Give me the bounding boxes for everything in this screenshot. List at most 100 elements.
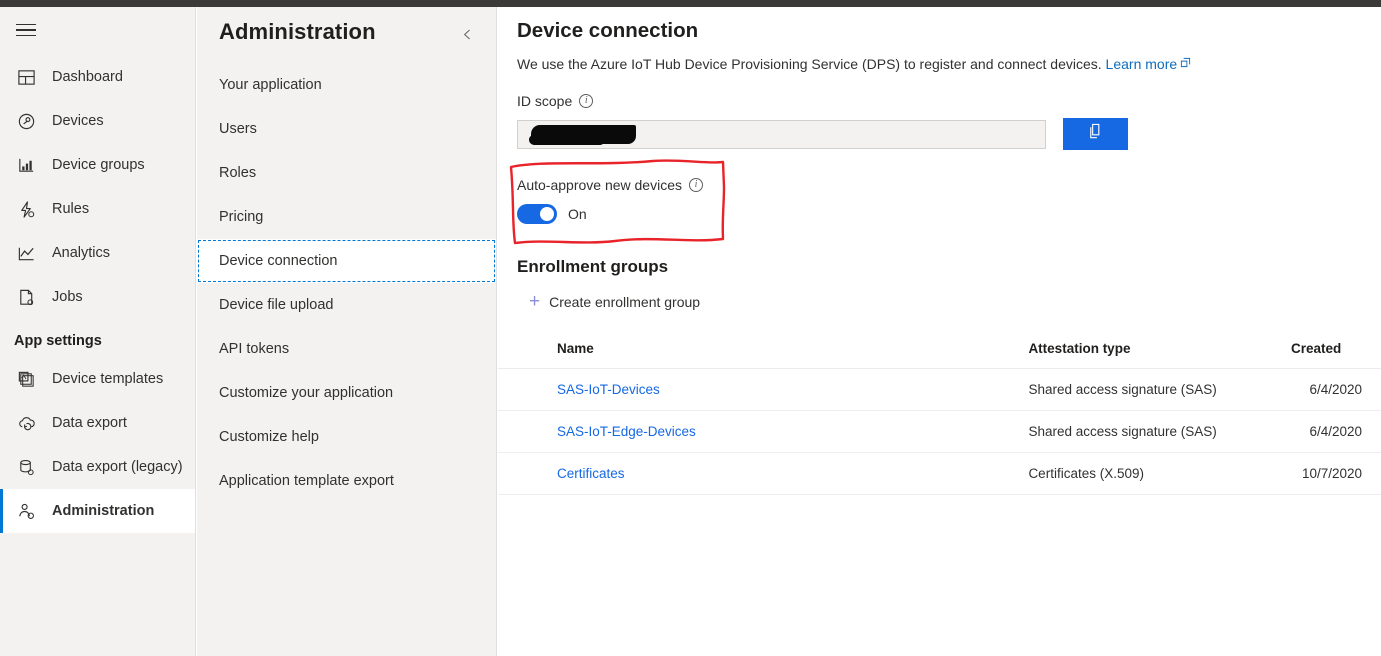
sidebar-item-label: Rules <box>52 201 90 217</box>
table-header: Name Attestation type Created <box>498 331 1381 369</box>
data-export-legacy-icon <box>0 458 52 477</box>
sidebar-item-label: Administration <box>52 503 155 519</box>
subnav-item-label: Pricing <box>219 209 264 225</box>
primary-nav-list: Dashboard Devices Device groups Rules An… <box>0 55 195 533</box>
sidebar-item-rules[interactable]: Rules <box>0 187 195 231</box>
subnav-item-device-file-upload[interactable]: Device file upload <box>197 283 496 327</box>
devices-icon <box>0 112 52 131</box>
info-icon[interactable]: i <box>689 178 703 192</box>
column-header-name[interactable]: Name <box>498 331 1029 369</box>
primary-sidebar: Dashboard Devices Device groups Rules An… <box>0 7 196 656</box>
sidebar-item-data-export[interactable]: Data export <box>0 401 195 445</box>
chevron-left-icon[interactable] <box>454 21 480 47</box>
subnav-item-roles[interactable]: Roles <box>197 151 496 195</box>
auto-approve-label-row: Auto-approve new devices i <box>517 177 1381 193</box>
table-body: SAS-IoT-Devices Shared access signature … <box>498 368 1381 495</box>
subnav-item-customize-help[interactable]: Customize help <box>197 415 496 459</box>
subnav-header: Administration <box>197 7 496 47</box>
table-row[interactable]: Certificates Certificates (X.509) 10/7/2… <box>498 452 1381 495</box>
copy-button[interactable] <box>1063 118 1128 150</box>
cell-attestation-type: Shared access signature (SAS) <box>1028 410 1291 453</box>
sidebar-item-label: Devices <box>52 113 104 129</box>
sidebar-item-data-export-legacy[interactable]: Data export (legacy) <box>0 445 195 489</box>
hamburger-icon <box>16 20 36 41</box>
subnav-item-label: Customize your application <box>219 385 394 401</box>
sidebar-item-jobs[interactable]: Jobs <box>0 275 195 319</box>
sidebar-item-label: Device groups <box>52 157 145 173</box>
sidebar-item-devices[interactable]: Devices <box>0 99 195 143</box>
auto-approve-block: Auto-approve new devices i On <box>509 159 1381 245</box>
data-export-icon <box>0 414 52 433</box>
jobs-icon <box>0 288 52 307</box>
hamburger-menu-button[interactable] <box>0 7 52 53</box>
id-scope-input[interactable] <box>517 119 1046 149</box>
sidebar-item-label: Data export (legacy) <box>52 459 183 475</box>
column-header-attestation-type[interactable]: Attestation type <box>1028 331 1291 369</box>
red-annotation-rectangle <box>509 159 726 245</box>
cell-created: 6/4/2020 <box>1290 410 1381 453</box>
enrollment-group-link[interactable]: SAS-IoT-Devices <box>557 382 660 397</box>
subnav-item-label: Your application <box>219 77 322 93</box>
device-templates-icon <box>0 370 52 389</box>
main-content: Device connection We use the Azure IoT H… <box>498 7 1381 656</box>
subnav-item-application-template-export[interactable]: Application template export <box>197 459 496 503</box>
enrollment-group-link[interactable]: Certificates <box>557 466 625 481</box>
subnav-item-label: Customize help <box>219 429 319 445</box>
table-row[interactable]: SAS-IoT-Devices Shared access signature … <box>498 368 1381 411</box>
external-link-icon <box>1180 55 1191 71</box>
subnav-item-customize-your-application[interactable]: Customize your application <box>197 371 496 415</box>
subnav-item-label: Users <box>219 121 257 137</box>
subnav-item-users[interactable]: Users <box>197 107 496 151</box>
enrollment-groups-title: Enrollment groups <box>517 257 669 276</box>
sidebar-item-administration[interactable]: Administration <box>0 489 195 533</box>
cell-attestation-type: Shared access signature (SAS) <box>1028 368 1291 411</box>
subnav-item-api-tokens[interactable]: API tokens <box>197 327 496 371</box>
sidebar-item-device-groups[interactable]: Device groups <box>0 143 195 187</box>
subnav-item-your-application[interactable]: Your application <box>197 63 496 107</box>
subnav-list: Your application Users Roles Pricing Dev… <box>197 63 496 503</box>
redaction-mark <box>529 124 636 145</box>
cell-created: 10/7/2020 <box>1290 452 1381 495</box>
sidebar-item-label: Analytics <box>52 245 111 261</box>
administration-subnav: Administration Your application Users Ro… <box>197 7 497 656</box>
subnav-item-label: Application template export <box>219 473 394 489</box>
id-scope-label-row: ID scope i <box>517 93 1381 109</box>
intro-paragraph: We use the Azure IoT Hub Device Provisio… <box>517 55 1381 72</box>
create-enrollment-group-button[interactable]: + Create enrollment group <box>529 292 1381 311</box>
administration-icon <box>0 502 52 521</box>
sidebar-item-analytics[interactable]: Analytics <box>0 231 195 275</box>
toggle-knob <box>540 207 554 221</box>
plus-icon: + <box>529 291 541 312</box>
auto-approve-toggle-row: On <box>517 204 1381 224</box>
sidebar-item-label: Dashboard <box>52 69 123 85</box>
intro-text: We use the Azure IoT Hub Device Provisio… <box>517 56 1102 72</box>
sidebar-item-label: Jobs <box>52 289 83 305</box>
column-header-created[interactable]: Created <box>1290 331 1381 369</box>
copy-icon <box>1087 123 1104 145</box>
sidebar-item-label: Device templates <box>52 371 164 387</box>
sidebar-item-device-templates[interactable]: Device templates <box>0 357 195 401</box>
auto-approve-label: Auto-approve new devices <box>517 177 682 193</box>
top-header-bar <box>0 0 1381 7</box>
sidebar-item-dashboard[interactable]: Dashboard <box>0 55 195 99</box>
analytics-icon <box>0 244 52 263</box>
sidebar-section-app-settings: App settings <box>14 333 102 349</box>
cell-created: 6/4/2020 <box>1290 368 1381 411</box>
learn-more-link[interactable]: Learn more <box>1106 56 1178 72</box>
create-enrollment-group-label: Create enrollment group <box>549 293 701 310</box>
page-title: Device connection <box>517 19 699 42</box>
table-row[interactable]: SAS-IoT-Edge-Devices Shared access signa… <box>498 410 1381 453</box>
sidebar-item-label: Data export <box>52 415 127 431</box>
id-scope-row <box>517 118 1381 150</box>
auto-approve-toggle[interactable] <box>517 204 557 224</box>
enrollment-groups-table: Name Attestation type Created SAS-IoT-De… <box>498 331 1381 495</box>
subnav-item-label: Roles <box>219 165 257 181</box>
subnav-item-label: Device connection <box>219 253 338 269</box>
enrollment-group-link[interactable]: SAS-IoT-Edge-Devices <box>557 424 696 439</box>
rules-icon <box>0 200 52 219</box>
subnav-item-device-connection[interactable]: Device connection <box>197 239 496 283</box>
device-groups-icon <box>0 156 52 175</box>
subnav-item-pricing[interactable]: Pricing <box>197 195 496 239</box>
info-icon[interactable]: i <box>579 94 594 108</box>
id-scope-label: ID scope <box>517 93 573 109</box>
